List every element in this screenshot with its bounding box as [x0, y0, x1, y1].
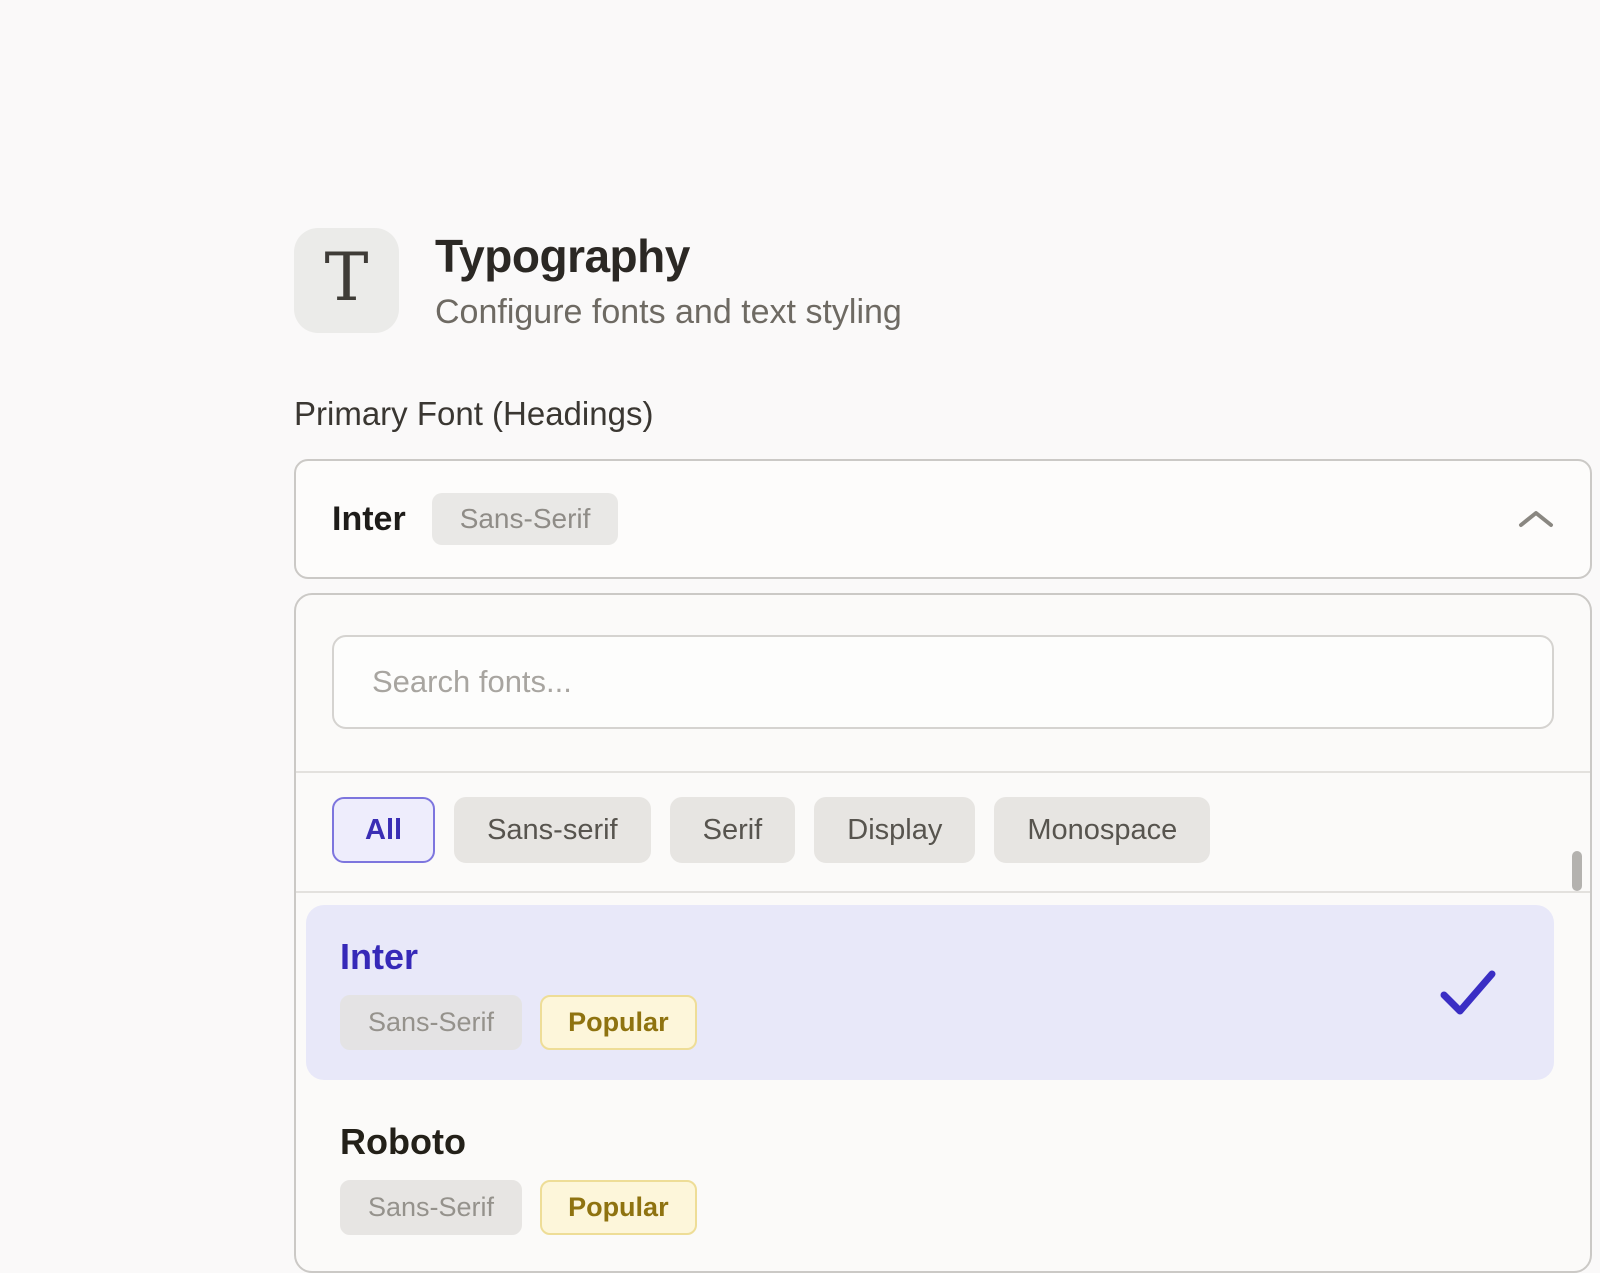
primary-font-label: Primary Font (Headings) [294, 395, 1592, 433]
font-option-list: Inter Sans-Serif Popular Roboto Sans-Ser… [296, 893, 1590, 1265]
page-title: Typography [435, 229, 902, 283]
scrollbar-thumb[interactable] [1572, 851, 1582, 891]
filter-chip-display[interactable]: Display [814, 797, 975, 863]
font-option-badges: Sans-Serif Popular [340, 1180, 1520, 1235]
typography-settings-section: T Typography Configure fonts and text st… [294, 228, 1592, 1273]
selected-font-category-badge: Sans-Serif [432, 493, 619, 545]
filter-chip-serif[interactable]: Serif [670, 797, 796, 863]
font-category-badge: Sans-Serif [340, 995, 522, 1050]
text-icon: T [324, 245, 368, 317]
filter-chip-monospace[interactable]: Monospace [994, 797, 1210, 863]
page-subtitle: Configure fonts and text styling [435, 293, 902, 332]
chevron-up-icon[interactable] [1518, 510, 1554, 528]
check-icon [1440, 969, 1496, 1017]
font-dropdown-panel: All Sans-serif Serif Display Monospace I… [294, 593, 1592, 1273]
font-option-roboto[interactable]: Roboto Sans-Serif Popular [306, 1090, 1554, 1265]
selected-font-name: Inter [332, 500, 406, 539]
font-option-name: Roboto [340, 1120, 1520, 1164]
font-search-section [296, 595, 1590, 773]
font-option-inter[interactable]: Inter Sans-Serif Popular [306, 905, 1554, 1080]
section-header: T Typography Configure fonts and text st… [294, 228, 1592, 333]
typography-icon-tile: T [294, 228, 399, 333]
font-search-input[interactable] [332, 635, 1554, 729]
filter-chip-all[interactable]: All [332, 797, 435, 863]
popular-badge: Popular [540, 1180, 697, 1235]
popular-badge: Popular [540, 995, 697, 1050]
primary-font-select[interactable]: Inter Sans-Serif [294, 459, 1592, 579]
filter-chip-sans-serif[interactable]: Sans-serif [454, 797, 651, 863]
header-text: Typography Configure fonts and text styl… [435, 229, 902, 332]
font-filter-row: All Sans-serif Serif Display Monospace [296, 773, 1590, 893]
font-option-name: Inter [340, 935, 1520, 979]
font-category-badge: Sans-Serif [340, 1180, 522, 1235]
font-option-badges: Sans-Serif Popular [340, 995, 1520, 1050]
